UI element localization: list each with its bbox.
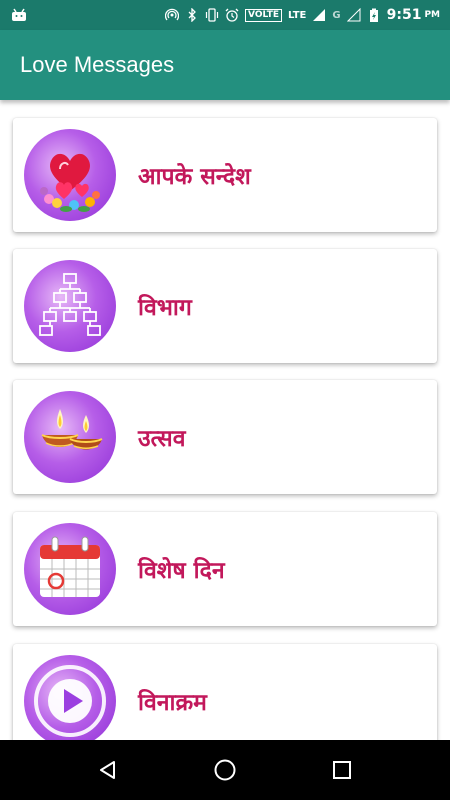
play-icon bbox=[24, 655, 116, 740]
vibrate-icon bbox=[205, 8, 219, 22]
back-icon bbox=[100, 761, 116, 779]
menu-item-label: उत्सव bbox=[138, 426, 186, 452]
navigation-bar bbox=[0, 740, 450, 800]
volte-badge: VOLTE bbox=[245, 8, 283, 22]
hotspot-icon bbox=[165, 8, 180, 21]
hierarchy-icon bbox=[24, 260, 116, 352]
menu-item-label: विनाक्रम bbox=[138, 690, 207, 716]
clock: 9:51 bbox=[386, 7, 422, 23]
menu-item-slideshow[interactable]: विनाक्रम bbox=[13, 644, 437, 740]
home-button[interactable] bbox=[205, 750, 245, 790]
g-indicator: G bbox=[332, 9, 341, 21]
clock-ampm: PM bbox=[424, 10, 440, 20]
status-icons: VOLTE LTE G 9:51 PM bbox=[165, 7, 440, 23]
signal-2-icon bbox=[346, 8, 361, 22]
app-title: Love Messages bbox=[20, 52, 175, 77]
android-notification-icon bbox=[12, 8, 26, 21]
menu-item-label: आपके सन्देश bbox=[138, 164, 251, 190]
menu-item-categories[interactable]: विभाग bbox=[13, 249, 437, 363]
calendar-icon bbox=[24, 523, 116, 615]
app-bar: Love Messages bbox=[0, 30, 450, 100]
lte-indicator: LTE bbox=[288, 9, 307, 21]
menu-item-your-messages[interactable]: आपके सन्देश bbox=[13, 118, 437, 232]
diya-lamp-icon bbox=[24, 391, 116, 483]
menu-item-label: विशेष दिन bbox=[138, 558, 225, 584]
alarm-icon bbox=[225, 8, 239, 22]
menu-item-label: विभाग bbox=[138, 295, 192, 321]
home-icon bbox=[214, 759, 236, 781]
back-button[interactable] bbox=[88, 750, 128, 790]
status-bar: VOLTE LTE G 9:51 PM bbox=[0, 0, 450, 30]
recents-icon bbox=[332, 761, 351, 779]
recents-button[interactable] bbox=[322, 750, 362, 790]
hearts-flowers-icon bbox=[24, 129, 116, 221]
menu-item-special-days[interactable]: विशेष दिन bbox=[13, 512, 437, 626]
menu-list[interactable]: आपके सन्देश विभाग उत्सव विशेष दिन विनाक्… bbox=[0, 100, 450, 740]
menu-item-festivals[interactable]: उत्सव bbox=[13, 380, 437, 494]
bluetooth-icon bbox=[188, 8, 196, 22]
battery-charging-icon bbox=[369, 8, 378, 22]
signal-icon bbox=[313, 9, 326, 21]
